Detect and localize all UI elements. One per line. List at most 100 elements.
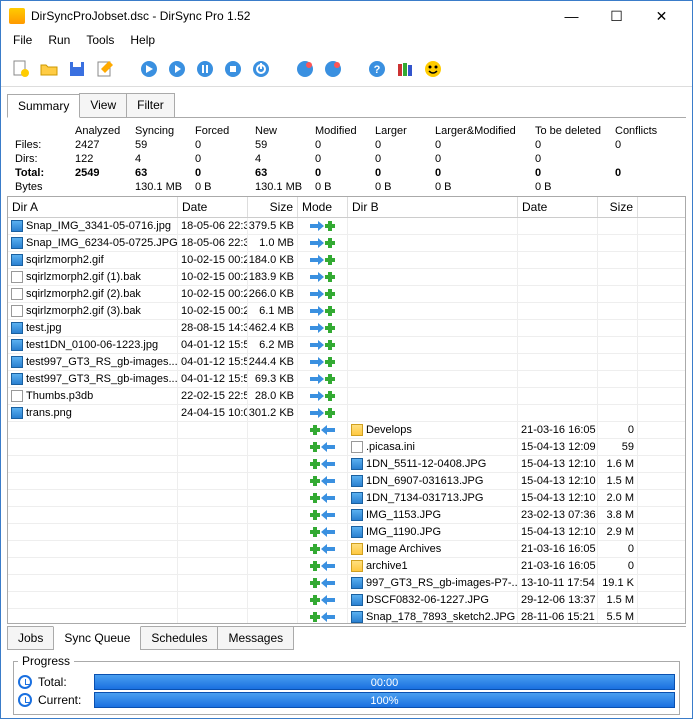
open-icon[interactable]	[37, 57, 61, 81]
stop-icon[interactable]	[221, 57, 245, 81]
minimize-button[interactable]: —	[549, 1, 594, 31]
help-icon[interactable]: ?	[365, 57, 389, 81]
cell-filename-a: Snap_IMG_6234-05-0725.JPG	[8, 235, 178, 251]
table-row[interactable]: DSCF0832-06-1227.JPG29-12-06 13:371.5 M	[8, 592, 685, 609]
table-row[interactable]: .picasa.ini15-04-13 12:0959	[8, 439, 685, 456]
file-icon	[11, 271, 23, 283]
table-row[interactable]: test997_GT3_RS_gb-images...04-01-12 15:5…	[8, 354, 685, 371]
close-button[interactable]: ✕	[639, 1, 684, 31]
cell-size-b	[598, 303, 638, 319]
play-all-icon[interactable]	[137, 57, 161, 81]
table-row[interactable]: Image Archives21-03-16 16:050	[8, 541, 685, 558]
cell-size-a: 462.4 KB	[248, 320, 298, 336]
table-row[interactable]: sqirlzmorph2.gif (1).bak10-02-15 00:2718…	[8, 269, 685, 286]
clock-icon	[18, 675, 32, 689]
table-row[interactable]: test997_GT3_RS_gb-images...04-01-12 15:5…	[8, 371, 685, 388]
window-title: DirSyncProJobset.dsc - DirSync Pro 1.52	[31, 9, 549, 23]
table-row[interactable]: Thumbs.p3db22-02-15 22:5728.0 KB	[8, 388, 685, 405]
stats-col-header: Forced	[193, 124, 253, 138]
save-icon[interactable]	[65, 57, 89, 81]
edit-icon[interactable]	[93, 57, 117, 81]
table-row[interactable]: archive121-03-16 16:050	[8, 558, 685, 575]
table-row[interactable]: test.jpg28-08-15 14:30462.4 KB	[8, 320, 685, 337]
power-icon[interactable]	[249, 57, 273, 81]
new-icon[interactable]	[9, 57, 33, 81]
file-icon	[351, 424, 363, 436]
cell-date-a	[178, 592, 248, 608]
smiley-icon[interactable]	[421, 57, 445, 81]
table-body[interactable]: Snap_IMG_3341-05-0716.jpg18-05-06 22:323…	[8, 218, 685, 624]
col-mode[interactable]: Mode	[298, 197, 348, 217]
stats-col-header: Analyzed	[73, 124, 133, 138]
cell-size-a	[248, 456, 298, 472]
cell-size-a: 184.0 KB	[248, 252, 298, 268]
tab-view[interactable]: View	[79, 93, 127, 117]
cell-size-b	[598, 405, 638, 421]
table-row[interactable]: sqirlzmorph2.gif (3).bak10-02-15 00:226.…	[8, 303, 685, 320]
table-row[interactable]: IMG_1153.JPG23-02-13 07:363.8 M	[8, 507, 685, 524]
table-row[interactable]: 1DN_5511-12-0408.JPG15-04-13 12:101.6 M	[8, 456, 685, 473]
table-row[interactable]: trans.png24-04-15 10:00301.2 KB	[8, 405, 685, 422]
cell-filename-a: Snap_IMG_3341-05-0716.jpg	[8, 218, 178, 234]
table-row[interactable]: Snap_IMG_3341-05-0716.jpg18-05-06 22:323…	[8, 218, 685, 235]
tab-messages[interactable]: Messages	[217, 627, 294, 650]
table-row[interactable]: 1DN_7134-031713.JPG15-04-13 12:102.0 M	[8, 490, 685, 507]
table-row[interactable]: sqirlzmorph2.gif10-02-15 00:29184.0 KB	[8, 252, 685, 269]
cell-size-b: 2.0 M	[598, 490, 638, 506]
stats-cell: 0	[313, 166, 373, 180]
cell-date-b	[518, 388, 598, 404]
table-row[interactable]: sqirlzmorph2.gif (2).bak10-02-15 00:2526…	[8, 286, 685, 303]
cell-mode	[298, 422, 348, 438]
cell-filename-b: 1DN_7134-031713.JPG	[348, 490, 518, 506]
cell-mode	[298, 218, 348, 234]
menu-tools[interactable]: Tools	[78, 31, 122, 51]
menu-file[interactable]: File	[5, 31, 40, 51]
table-row[interactable]: IMG_1190.JPG15-04-13 12:102.9 M	[8, 524, 685, 541]
menu-run[interactable]: Run	[40, 31, 78, 51]
stats-cell: 0	[373, 166, 433, 180]
table-row[interactable]: 997_GT3_RS_gb-images-P7-...13-10-11 17:5…	[8, 575, 685, 592]
table-row[interactable]: Snap_IMG_6234-05-0725.JPG18-05-06 22:321…	[8, 235, 685, 252]
file-icon	[11, 407, 23, 419]
pause-icon[interactable]	[193, 57, 217, 81]
cell-date-b	[518, 252, 598, 268]
stats-cell: Total:	[13, 166, 73, 180]
cell-date-a: 10-02-15 00:25	[178, 286, 248, 302]
tab-schedules[interactable]: Schedules	[140, 627, 218, 650]
cell-date-b	[518, 286, 598, 302]
table-row[interactable]: Snap_178_7893_sketch2.JPG28-11-06 15:215…	[8, 609, 685, 624]
cell-filename-a: test.jpg	[8, 320, 178, 336]
col-size-a[interactable]: Size	[248, 197, 298, 217]
progress-current-label: Current:	[38, 693, 88, 707]
stats-col-header: New	[253, 124, 313, 138]
col-dir-b[interactable]: Dir B	[348, 197, 518, 217]
cell-mode	[298, 286, 348, 302]
books-icon[interactable]	[393, 57, 417, 81]
maximize-button[interactable]: ☐	[594, 1, 639, 31]
sync-icon[interactable]	[321, 57, 345, 81]
table-header: Dir A Date Size Mode Dir B Date Size	[8, 197, 685, 218]
tab-jobs[interactable]: Jobs	[7, 627, 54, 650]
tab-sync-queue[interactable]: Sync Queue	[53, 626, 141, 649]
col-date-a[interactable]: Date	[178, 197, 248, 217]
cell-size-a: 28.0 KB	[248, 388, 298, 404]
play-icon[interactable]	[165, 57, 189, 81]
col-date-b[interactable]: Date	[518, 197, 598, 217]
table-row[interactable]: Develops21-03-16 16:050	[8, 422, 685, 439]
cell-size-b: 0	[598, 541, 638, 557]
col-size-b[interactable]: Size	[598, 197, 638, 217]
stats-cell: 0	[193, 138, 253, 152]
table-row[interactable]: test1DN_0100-06-1223.jpg04-01-12 15:526.…	[8, 337, 685, 354]
cell-date-a: 04-01-12 15:52	[178, 354, 248, 370]
analyze-icon[interactable]	[293, 57, 317, 81]
cell-date-b: 15-04-13 12:09	[518, 439, 598, 455]
cell-size-b: 3.8 M	[598, 507, 638, 523]
cell-size-b	[598, 388, 638, 404]
tab-summary[interactable]: Summary	[7, 94, 80, 118]
cell-size-b	[598, 354, 638, 370]
cell-date-b: 28-11-06 15:21	[518, 609, 598, 624]
table-row[interactable]: 1DN_6907-031613.JPG15-04-13 12:101.5 M	[8, 473, 685, 490]
menu-help[interactable]: Help	[122, 31, 163, 51]
col-dir-a[interactable]: Dir A	[8, 197, 178, 217]
tab-filter[interactable]: Filter	[126, 93, 175, 117]
